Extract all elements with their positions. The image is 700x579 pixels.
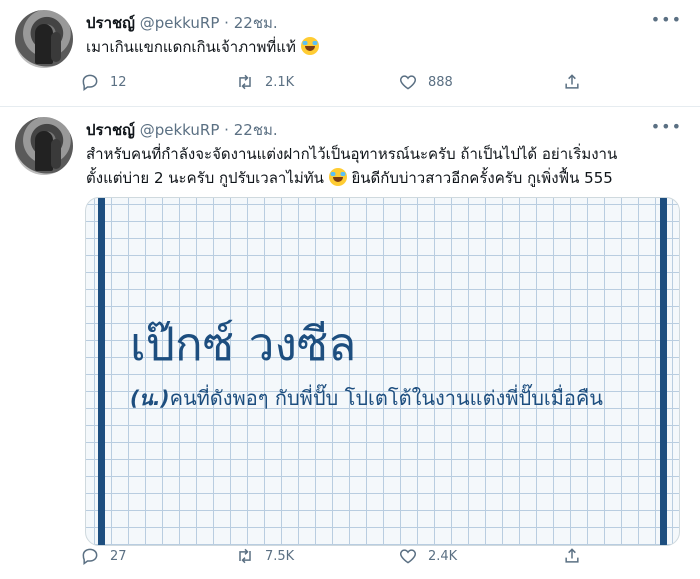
like-button[interactable]: 888 <box>398 70 453 94</box>
retweet-count: 7.5K <box>265 548 295 564</box>
share-button[interactable] <box>562 544 592 568</box>
reply-button[interactable]: 12 <box>80 70 127 94</box>
separator: · <box>224 14 229 32</box>
face-with-tears-of-joy-icon <box>300 37 319 55</box>
reply-count: 12 <box>110 74 127 90</box>
display-name[interactable]: ปราชญ์ <box>86 14 135 32</box>
display-name[interactable]: ปราชญ์ <box>86 121 135 139</box>
tweet-image[interactable]: เป๊กซ์ วงซีล (น.)คนที่ดังพอๆ กับพี่ปั๊บ … <box>85 197 680 546</box>
timestamp[interactable]: 22ชม. <box>234 121 278 139</box>
share-icon <box>565 548 579 563</box>
avatar[interactable] <box>15 117 73 175</box>
heart-icon <box>399 549 417 564</box>
retweet-count: 2.1K <box>265 74 295 90</box>
dictionary-word: เป๊กซ์ วงซีล <box>130 317 357 371</box>
share-icon <box>565 74 579 89</box>
reply-icon <box>82 74 98 91</box>
tweet-actions: 12 2.1K 888 <box>80 70 680 94</box>
reply-icon <box>82 548 98 565</box>
more-icon[interactable]: ••• <box>651 117 682 136</box>
heart-icon <box>399 75 417 90</box>
tweet-text: เมาเกินแขกแดกเกินเจ้าภาพที่แท้ <box>86 35 686 59</box>
tweet-actions: 27 7.5K 2.4K <box>80 544 680 568</box>
retweet-icon <box>239 74 251 90</box>
share-button[interactable] <box>562 70 592 94</box>
tweet-header: ปราชญ์ @pekkuRP · 22ชม. <box>86 11 278 35</box>
like-count: 888 <box>428 74 453 90</box>
more-icon[interactable]: ••• <box>651 10 682 29</box>
retweet-icon <box>239 548 251 564</box>
reply-count: 27 <box>110 548 127 564</box>
avatar[interactable] <box>15 10 73 68</box>
reply-button[interactable]: 27 <box>80 544 127 568</box>
retweet-button[interactable]: 7.5K <box>235 544 294 568</box>
separator: · <box>224 121 229 139</box>
tweet-header: ปราชญ์ @pekkuRP · 22ชม. <box>86 118 278 142</box>
tweet-text: สำหรับคนที่กำลังจะจัดงานแต่งฝากไว้เป็นอุ… <box>86 145 618 187</box>
timestamp[interactable]: 22ชม. <box>234 14 278 32</box>
card-border-right <box>660 198 667 545</box>
dictionary-definition: (น.)คนที่ดังพอๆ กับพี่ปั๊บ โปเตโต้ในงานแ… <box>130 386 603 410</box>
user-handle[interactable]: @pekkuRP <box>140 121 220 139</box>
card-border-left <box>98 198 105 545</box>
user-handle[interactable]: @pekkuRP <box>140 14 220 32</box>
face-with-tears-of-joy-icon <box>328 168 347 186</box>
like-count: 2.4K <box>428 548 458 564</box>
retweet-button[interactable]: 2.1K <box>235 70 294 94</box>
part-of-speech: (น.) <box>130 386 170 410</box>
like-button[interactable]: 2.4K <box>398 544 457 568</box>
tweet[interactable]: ปราชญ์ @pekkuRP · 22ชม. ••• สำหรับคนที่ก… <box>0 107 700 579</box>
tweet[interactable]: ปราชญ์ @pekkuRP · 22ชม. ••• เมาเกินแขกแด… <box>0 0 700 107</box>
